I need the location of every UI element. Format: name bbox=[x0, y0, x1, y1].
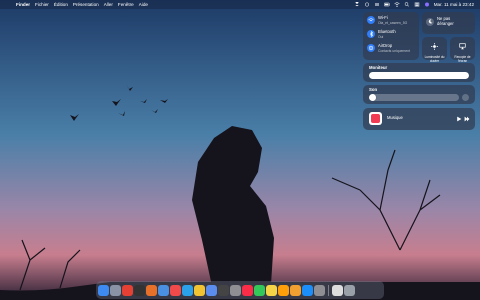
menu-finder[interactable]: Finder bbox=[16, 2, 30, 7]
airdrop-toggle[interactable]: AirDrop Contacts uniquement bbox=[367, 43, 411, 53]
dnd-label: Ne pas déranger bbox=[437, 16, 454, 26]
menu-aller[interactable]: Aller bbox=[104, 2, 113, 7]
keyboard-brightness-icon bbox=[431, 43, 438, 50]
launchpad-icon[interactable] bbox=[110, 284, 121, 296]
photos-app-icon[interactable] bbox=[278, 284, 289, 296]
wifi-icon bbox=[367, 16, 375, 25]
pause-icon[interactable] bbox=[374, 2, 380, 7]
messages-icon[interactable] bbox=[254, 284, 265, 296]
display-slider[interactable] bbox=[369, 72, 469, 79]
moon-icon bbox=[426, 17, 434, 26]
music-icon[interactable] bbox=[242, 284, 253, 296]
now-playing-tile: Musique bbox=[363, 108, 475, 130]
system-preferences-icon[interactable] bbox=[230, 284, 241, 296]
bluetooth-icon bbox=[367, 30, 375, 39]
sound-slider-knob[interactable] bbox=[369, 94, 376, 101]
keyboard-brightness-label: Luminosité du clavier bbox=[424, 55, 445, 63]
now-playing-app: Musique bbox=[387, 115, 403, 120]
app-store-icon[interactable] bbox=[302, 284, 313, 296]
finder-icon[interactable] bbox=[98, 284, 109, 296]
airplay-audio-icon[interactable] bbox=[462, 94, 469, 101]
airdrop-subtitle: Contacts uniquement bbox=[378, 48, 411, 53]
document-icon[interactable] bbox=[332, 284, 343, 296]
obs-icon[interactable] bbox=[218, 284, 229, 296]
menu-bar: Finder Fichier Édition Présentation Alle… bbox=[0, 0, 480, 9]
airdrop-icon bbox=[367, 44, 375, 53]
display-slider-fill bbox=[369, 72, 469, 79]
screen-mirroring-tile[interactable]: Recopie de l'écran bbox=[450, 37, 475, 63]
bluetooth-toggle[interactable]: Bluetooth Oui bbox=[367, 29, 396, 39]
menu-presentation[interactable]: Présentation bbox=[73, 2, 99, 7]
terminal-icon[interactable] bbox=[134, 284, 145, 296]
chrome-icon[interactable] bbox=[122, 284, 133, 296]
menu-fichier[interactable]: Fichier bbox=[35, 2, 49, 7]
dropbox-icon[interactable] bbox=[354, 2, 360, 7]
network-tile: Wi-Fi Ola_et_caseen_5G Bluetooth Oui AirDr… bbox=[363, 12, 419, 60]
display-tile: Moniteur bbox=[363, 63, 475, 82]
screen-mirroring-label: Recopie de l'écran bbox=[454, 55, 471, 63]
photos-icon[interactable] bbox=[194, 284, 205, 296]
search-icon[interactable] bbox=[404, 2, 410, 7]
bluetooth-subtitle: Oui bbox=[378, 34, 384, 39]
circle-status-icon[interactable] bbox=[364, 2, 370, 7]
menu-aide[interactable]: Aide bbox=[139, 2, 148, 7]
do-not-disturb-tile[interactable]: Ne pas déranger bbox=[422, 12, 475, 34]
screen-mirroring-icon bbox=[459, 43, 466, 50]
wifi-status-icon[interactable] bbox=[394, 2, 400, 7]
menu-clock[interactable]: Mar. 11 mai à 23:42 bbox=[434, 2, 474, 7]
play-icon[interactable] bbox=[456, 116, 462, 122]
trash-icon[interactable] bbox=[344, 284, 355, 296]
wifi-toggle[interactable]: Wi-Fi Ola_et_caseen_5G bbox=[367, 15, 408, 25]
music-app-icon bbox=[369, 112, 382, 125]
calendar-icon[interactable] bbox=[170, 284, 181, 296]
settings-icon[interactable] bbox=[314, 284, 325, 296]
keyboard-brightness-tile[interactable]: Luminosité du clavier bbox=[422, 37, 447, 63]
display-label: Moniteur bbox=[369, 65, 388, 70]
notes-icon[interactable] bbox=[266, 284, 277, 296]
dock bbox=[96, 281, 384, 299]
control-center-panel: Wi-Fi Ola_et_caseen_5G Bluetooth Oui AirDr… bbox=[363, 12, 475, 136]
app-blue-icon[interactable] bbox=[182, 284, 193, 296]
wifi-subtitle: Ola_et_caseen_5G bbox=[378, 20, 408, 25]
battery-icon[interactable] bbox=[383, 2, 390, 7]
preview-icon[interactable] bbox=[206, 284, 217, 296]
sound-tile: Son bbox=[363, 85, 475, 104]
next-track-icon[interactable] bbox=[464, 116, 470, 122]
menu-fenetre[interactable]: Fenêtre bbox=[118, 2, 134, 7]
sound-label: Son bbox=[369, 87, 378, 92]
app-orange-icon[interactable] bbox=[146, 284, 157, 296]
dock-separator bbox=[328, 284, 329, 296]
control-center-icon[interactable] bbox=[414, 2, 420, 7]
siri-icon[interactable] bbox=[424, 2, 430, 7]
sound-slider[interactable] bbox=[369, 94, 459, 101]
mail-icon[interactable] bbox=[158, 284, 169, 296]
pencil-icon[interactable] bbox=[290, 284, 301, 296]
menu-edition[interactable]: Édition bbox=[54, 2, 68, 7]
